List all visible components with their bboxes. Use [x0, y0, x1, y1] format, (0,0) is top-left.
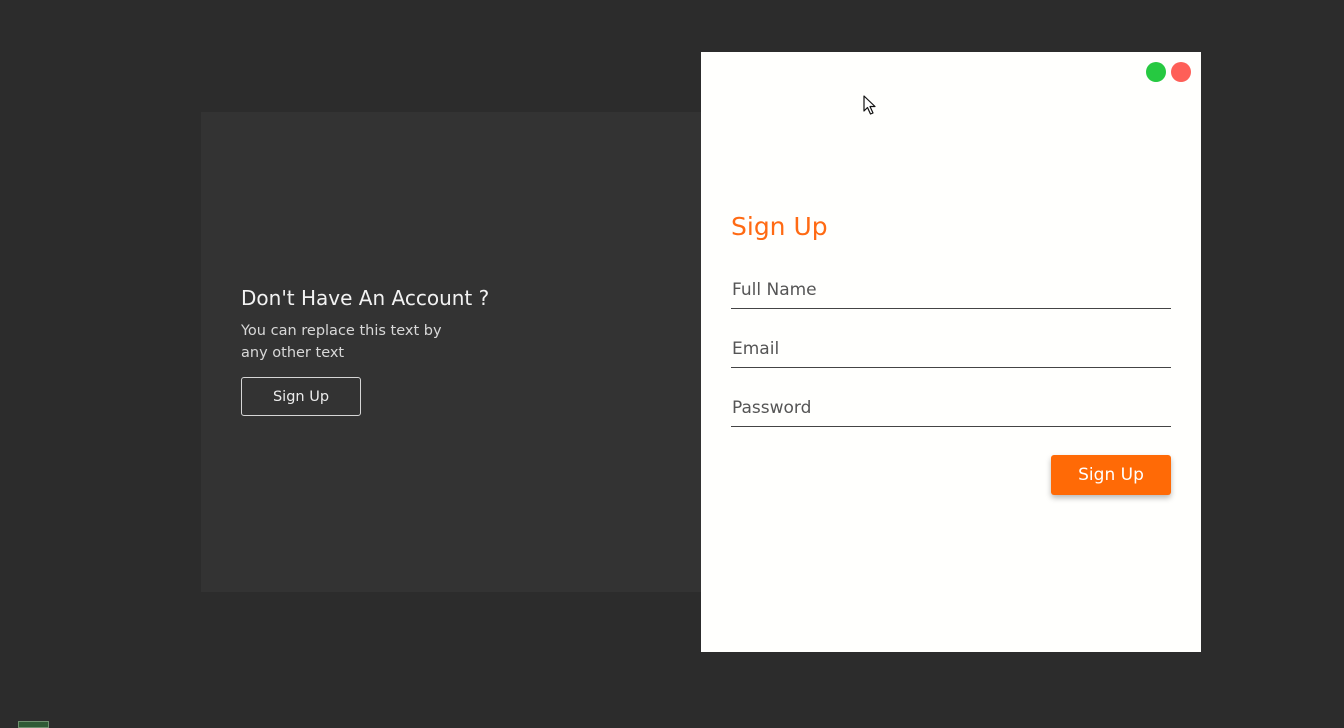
- signup-form-card: Sign Up Sign Up: [701, 52, 1201, 652]
- prompt-title: Don't Have An Account ?: [241, 286, 490, 310]
- form-title: Sign Up: [731, 212, 828, 241]
- signup-prompt-panel: Don't Have An Account ? You can replace …: [201, 112, 701, 592]
- full-name-field[interactable]: [731, 275, 1171, 309]
- maximize-icon[interactable]: [1146, 62, 1166, 82]
- app-stage: Don't Have An Account ? You can replace …: [0, 0, 1344, 728]
- app-icon[interactable]: [18, 721, 49, 728]
- close-icon[interactable]: [1171, 62, 1191, 82]
- mouse-pointer-icon: [863, 95, 876, 115]
- prompt-description: You can replace this text by any other t…: [241, 323, 442, 361]
- password-field[interactable]: [731, 393, 1171, 427]
- email-field[interactable]: [731, 334, 1171, 368]
- signup-submit-button[interactable]: Sign Up: [1051, 455, 1171, 495]
- switch-to-signup-button[interactable]: Sign Up: [241, 377, 361, 416]
